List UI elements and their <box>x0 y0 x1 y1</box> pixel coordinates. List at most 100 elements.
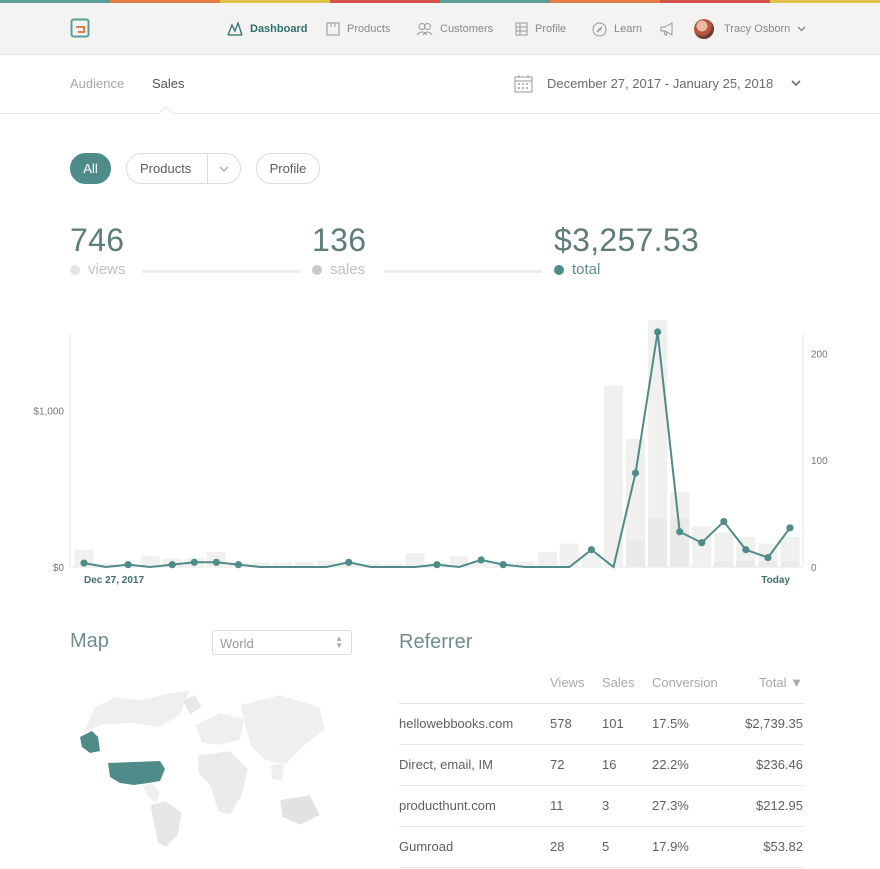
total-point <box>786 524 794 532</box>
referrer-source: producthunt.com <box>399 785 550 827</box>
referrer-sales: 101 <box>602 703 652 745</box>
views-bar <box>559 543 579 567</box>
col-views[interactable]: Views <box>550 663 602 704</box>
chevron-down-icon <box>219 166 229 172</box>
referrer-sales: 5 <box>602 826 652 868</box>
map-usa <box>108 761 165 785</box>
x-start-label: Dec 27, 2017 <box>84 575 144 586</box>
tab-audience[interactable]: Audience <box>70 76 124 91</box>
map-europe <box>194 712 246 746</box>
sales-bar <box>714 561 734 567</box>
total-point <box>80 559 88 567</box>
referrer-sales: 3 <box>602 785 652 827</box>
total-point <box>190 558 198 566</box>
nav-dashboard-label: Dashboard <box>250 23 308 35</box>
map-region-select[interactable]: World ▲ ▼ <box>212 630 352 655</box>
map-australia <box>279 794 321 826</box>
active-tab-pointer <box>158 105 174 121</box>
referrer-views: 578 <box>550 703 602 745</box>
referrer-total: $212.95 <box>730 785 803 827</box>
referrer-title: Referrer <box>399 631 473 653</box>
profile-icon <box>515 22 528 36</box>
stat-total-value: $3,257.53 <box>554 222 700 258</box>
nav-products[interactable]: Products <box>326 3 390 55</box>
filter-all-button[interactable]: All <box>70 153 111 184</box>
total-point <box>720 517 728 526</box>
legend-dot <box>312 264 322 275</box>
nav-customers[interactable]: Customers <box>416 3 493 55</box>
views-bar <box>537 552 557 567</box>
referrer-total: $53.82 <box>730 826 803 868</box>
date-range-picker[interactable]: December 27, 2017 - January 25, 2018 <box>514 74 801 93</box>
right-tick-label: 100 <box>811 456 828 467</box>
referrer-conversion: 17.9% <box>652 826 730 868</box>
referrer-conversion: 22.2% <box>652 744 730 786</box>
left-tick-label: $0 <box>53 563 65 574</box>
col-total[interactable]: Total ▼ <box>730 663 803 704</box>
total-point <box>742 546 750 554</box>
table-row: producthunt.com 11 3 27.3% $212.95 <box>399 785 803 827</box>
referrer-conversion: 17.5% <box>652 703 730 745</box>
dashboard-icon <box>227 22 243 36</box>
user-menu[interactable]: Tracy Osborn <box>694 3 806 55</box>
nav-learn[interactable]: Learn <box>592 3 642 55</box>
nav-dashboard[interactable]: Dashboard <box>227 3 307 55</box>
nav-profile[interactable]: Profile <box>515 3 566 55</box>
stat-sales: 136 sales <box>312 222 542 278</box>
top-nav: Dashboard Products Customers Profile Lea… <box>0 3 880 55</box>
referrer-source: Gumroad <box>399 826 550 868</box>
map-title: Map <box>70 630 109 652</box>
stat-views-label: views <box>88 261 126 278</box>
total-point <box>433 561 441 569</box>
total-point <box>124 561 132 569</box>
sales-bar <box>758 561 778 567</box>
total-point <box>654 328 662 336</box>
filter-profile-button[interactable]: Profile <box>256 153 320 184</box>
select-arrows-icon: ▲ ▼ <box>335 634 343 650</box>
chevron-down-icon <box>797 26 806 32</box>
map-south-america <box>149 800 183 848</box>
total-point <box>587 546 596 554</box>
divider <box>207 153 208 184</box>
filter-products-dropdown[interactable]: Products <box>126 153 241 184</box>
avatar <box>694 19 714 39</box>
tab-sales[interactable]: Sales <box>152 76 185 91</box>
total-point <box>764 554 772 562</box>
nav-products-label: Products <box>347 23 391 35</box>
sales-bar <box>780 561 800 567</box>
app-logo-icon[interactable] <box>70 18 90 38</box>
map-canada <box>81 689 191 736</box>
stat-total: $3,257.53 total <box>554 222 699 278</box>
map-asia <box>239 694 326 766</box>
stat-divider <box>384 270 542 273</box>
table-header-row: Views Sales Conversion Total ▼ <box>399 663 803 704</box>
learn-icon <box>592 22 607 36</box>
products-icon <box>326 22 340 36</box>
stat-views: 746 views <box>70 222 300 278</box>
calendar-icon <box>514 75 533 93</box>
referrer-source: hellowebbooks.com <box>399 703 550 745</box>
x-end-label: Today <box>761 575 790 586</box>
megaphone-icon <box>660 22 673 36</box>
nav-learn-label: Learn <box>614 23 643 35</box>
col-sales[interactable]: Sales <box>602 663 652 704</box>
total-point <box>212 558 220 566</box>
total-point <box>345 558 353 566</box>
nav-profile-label: Profile <box>535 23 567 35</box>
stat-total-label: total <box>572 261 601 278</box>
col-conversion[interactable]: Conversion <box>652 663 730 704</box>
referrer-conversion: 27.3% <box>652 785 730 827</box>
stat-sales-value: 136 <box>312 222 367 258</box>
map-region-value: World <box>220 636 254 651</box>
map-central-america <box>141 782 161 804</box>
total-point <box>234 561 243 569</box>
world-map <box>80 689 326 848</box>
left-tick-label: $1,000 <box>33 406 64 417</box>
stat-sales-label: sales <box>330 261 366 278</box>
total-point <box>676 528 684 536</box>
total-point <box>168 561 176 569</box>
referrer-views: 72 <box>550 744 602 786</box>
nav-announcements[interactable] <box>660 3 676 55</box>
table-row: Direct, email, IM 72 16 22.2% $236.46 <box>399 744 803 786</box>
sales-bar <box>648 518 668 567</box>
